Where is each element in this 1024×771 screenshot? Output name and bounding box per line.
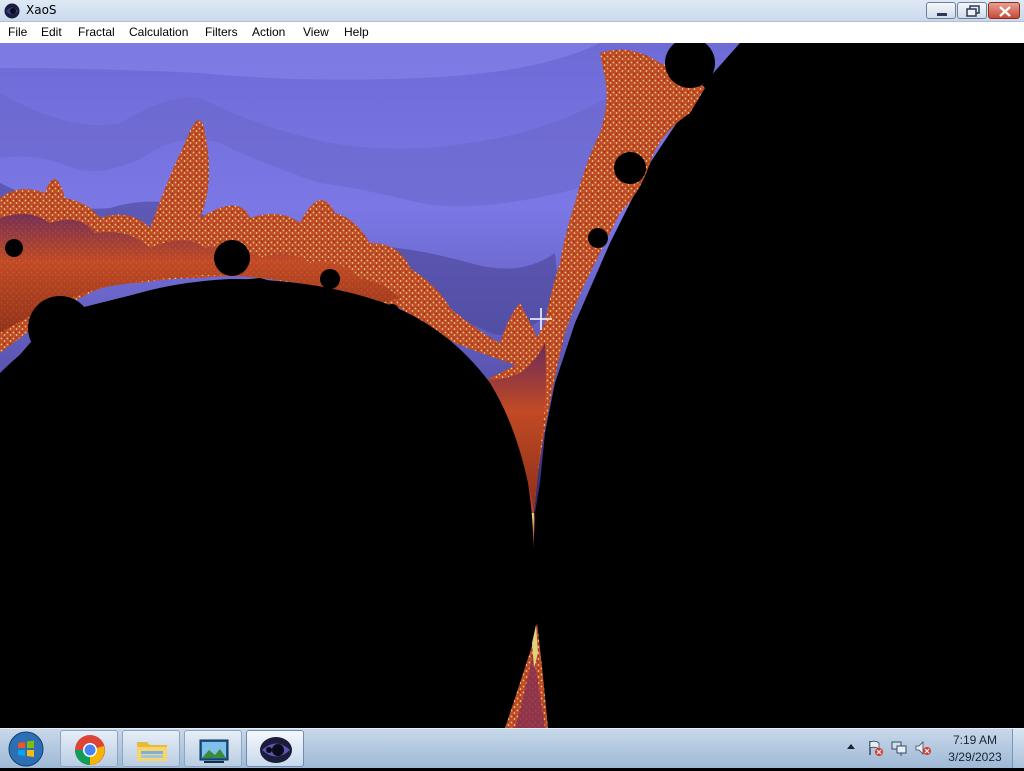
window-title: XaoS bbox=[26, 3, 57, 17]
taskbar-explorer[interactable] bbox=[122, 730, 180, 767]
menu-edit[interactable]: Edit bbox=[41, 25, 62, 39]
restore-button[interactable] bbox=[957, 2, 987, 19]
xaos-app-icon bbox=[4, 3, 20, 19]
close-icon bbox=[999, 6, 1011, 17]
action-center-flag-icon[interactable] bbox=[866, 739, 884, 757]
fractal-canvas[interactable] bbox=[0, 43, 1024, 728]
tray-up-arrow-icon[interactable] bbox=[845, 739, 857, 755]
minimize-button[interactable] bbox=[926, 2, 956, 19]
menu-calculation[interactable]: Calculation bbox=[129, 25, 188, 39]
picture-icon bbox=[199, 739, 229, 763]
menu-action[interactable]: Action bbox=[252, 25, 285, 39]
xaos-icon bbox=[260, 737, 292, 763]
menu-bar: File Edit Fractal Calculation Filters Ac… bbox=[0, 22, 1024, 43]
network-icon[interactable] bbox=[890, 739, 908, 757]
close-button[interactable] bbox=[988, 2, 1020, 19]
windows-start-icon bbox=[8, 731, 44, 767]
menu-view[interactable]: View bbox=[303, 25, 329, 39]
chrome-icon bbox=[74, 735, 105, 765]
restore-icon bbox=[966, 5, 980, 17]
menu-fractal[interactable]: Fractal bbox=[78, 25, 115, 39]
taskbar-photos[interactable] bbox=[184, 730, 242, 767]
show-desktop-button[interactable] bbox=[1012, 729, 1024, 768]
start-button[interactable] bbox=[6, 730, 46, 767]
taskbar-chrome[interactable] bbox=[60, 730, 118, 767]
taskbar-xaos[interactable] bbox=[246, 730, 304, 767]
menu-file[interactable]: File bbox=[8, 25, 27, 39]
mandelbrot-fractal bbox=[0, 43, 1024, 728]
menu-filters[interactable]: Filters bbox=[205, 25, 238, 39]
clock-date[interactable]: 3/29/2023 bbox=[940, 750, 1010, 764]
volume-muted-icon[interactable] bbox=[914, 739, 932, 757]
minimize-icon bbox=[937, 13, 947, 16]
taskbar: 7:19 AM 3/29/2023 bbox=[0, 728, 1024, 768]
title-bar[interactable]: XaoS bbox=[0, 0, 1024, 22]
menu-help[interactable]: Help bbox=[344, 25, 369, 39]
folder-icon bbox=[137, 742, 167, 761]
clock-time[interactable]: 7:19 AM bbox=[946, 733, 1004, 747]
